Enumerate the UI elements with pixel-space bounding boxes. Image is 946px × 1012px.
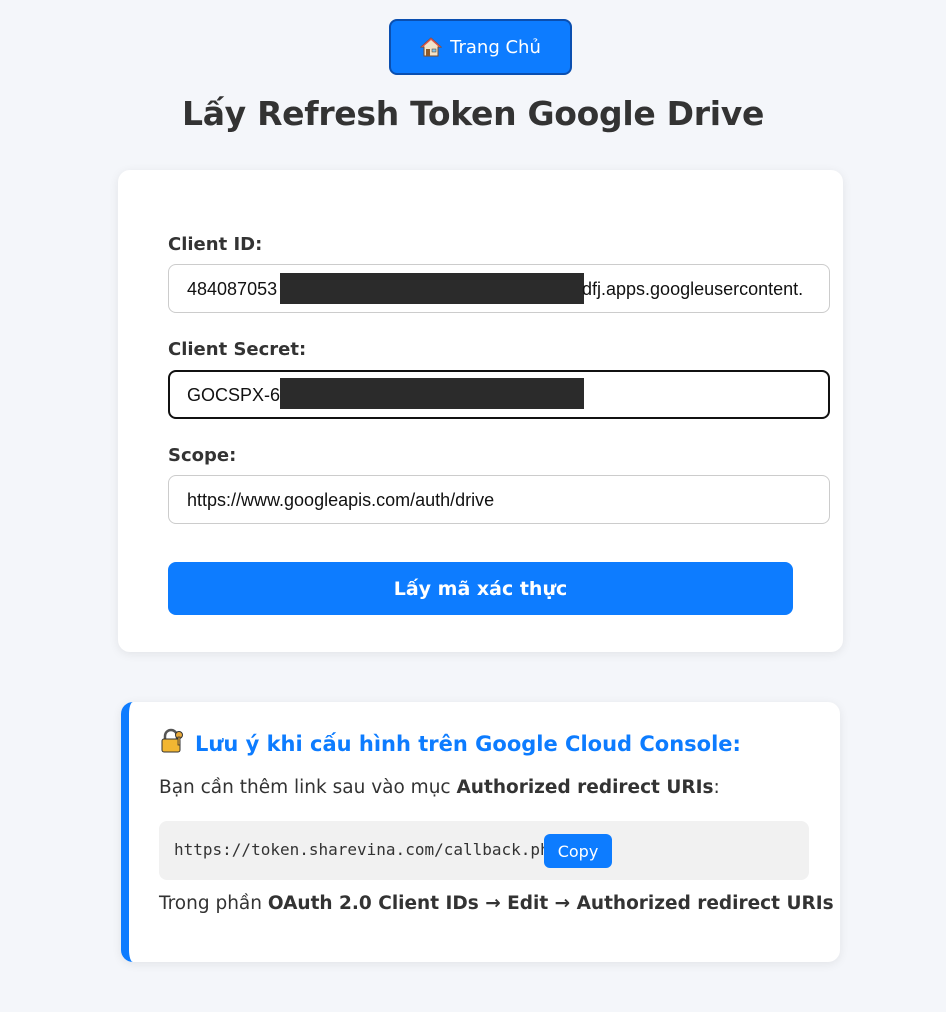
note-line1-bold: Authorized redirect URIs	[456, 777, 714, 798]
page: Trang Chủ Lấy Refresh Token Google Drive…	[0, 0, 946, 1012]
copy-button[interactable]: Copy	[544, 834, 612, 868]
redirect-url[interactable]: https://token.sharevina.com/callback.php	[174, 840, 559, 859]
lock-with-key-icon	[159, 728, 185, 759]
note-line2-prefix: Trong phần	[159, 893, 268, 914]
redaction-box	[280, 378, 584, 409]
note-path-line: Trong phần OAuth 2.0 Client IDs → Edit →…	[159, 893, 834, 914]
note-instruction-line: Bạn cần thêm link sau vào mục Authorized…	[159, 777, 720, 798]
get-auth-code-button[interactable]: Lấy mã xác thực	[168, 562, 793, 615]
client-id-value-start: 484087053	[187, 279, 278, 299]
redaction-box	[280, 273, 584, 304]
scope-label: Scope:	[168, 445, 237, 466]
client-id-value-end: dfj.apps.googleusercontent.	[582, 279, 804, 299]
client-id-field[interactable]: 484087053 dfj.apps.googleusercontent.	[168, 264, 830, 313]
house-icon	[420, 36, 443, 58]
note-line1-suffix: :	[713, 777, 720, 798]
page-title: Lấy Refresh Token Google Drive	[181, 94, 765, 133]
redirect-note-card: Lưu ý khi cấu hình trên Google Cloud Con…	[121, 702, 840, 962]
client-secret-value-start: GOCSPX-6	[187, 385, 281, 405]
note-title: Lưu ý khi cấu hình trên Google Cloud Con…	[159, 728, 741, 759]
redirect-url-box: https://token.sharevina.com/callback.php…	[159, 821, 809, 880]
client-secret-label: Client Secret:	[168, 339, 307, 360]
token-form-card: Client ID: 484087053 dfj.apps.googleuser…	[118, 170, 843, 652]
scope-value: https://www.googleapis.com/auth/drive	[187, 490, 495, 510]
home-button-label: Trang Chủ	[450, 36, 541, 58]
note-line2-bold: OAuth 2.0 Client IDs → Edit → Authorized…	[267, 893, 834, 914]
note-line1-prefix: Bạn cần thêm link sau vào mục	[159, 777, 457, 798]
home-button[interactable]: Trang Chủ	[389, 19, 572, 75]
client-id-label: Client ID:	[168, 234, 263, 255]
note-title-text: Lưu ý khi cấu hình trên Google Cloud Con…	[195, 731, 741, 756]
client-secret-field[interactable]: GOCSPX-6	[168, 370, 830, 419]
scope-field[interactable]: https://www.googleapis.com/auth/drive	[168, 475, 830, 524]
